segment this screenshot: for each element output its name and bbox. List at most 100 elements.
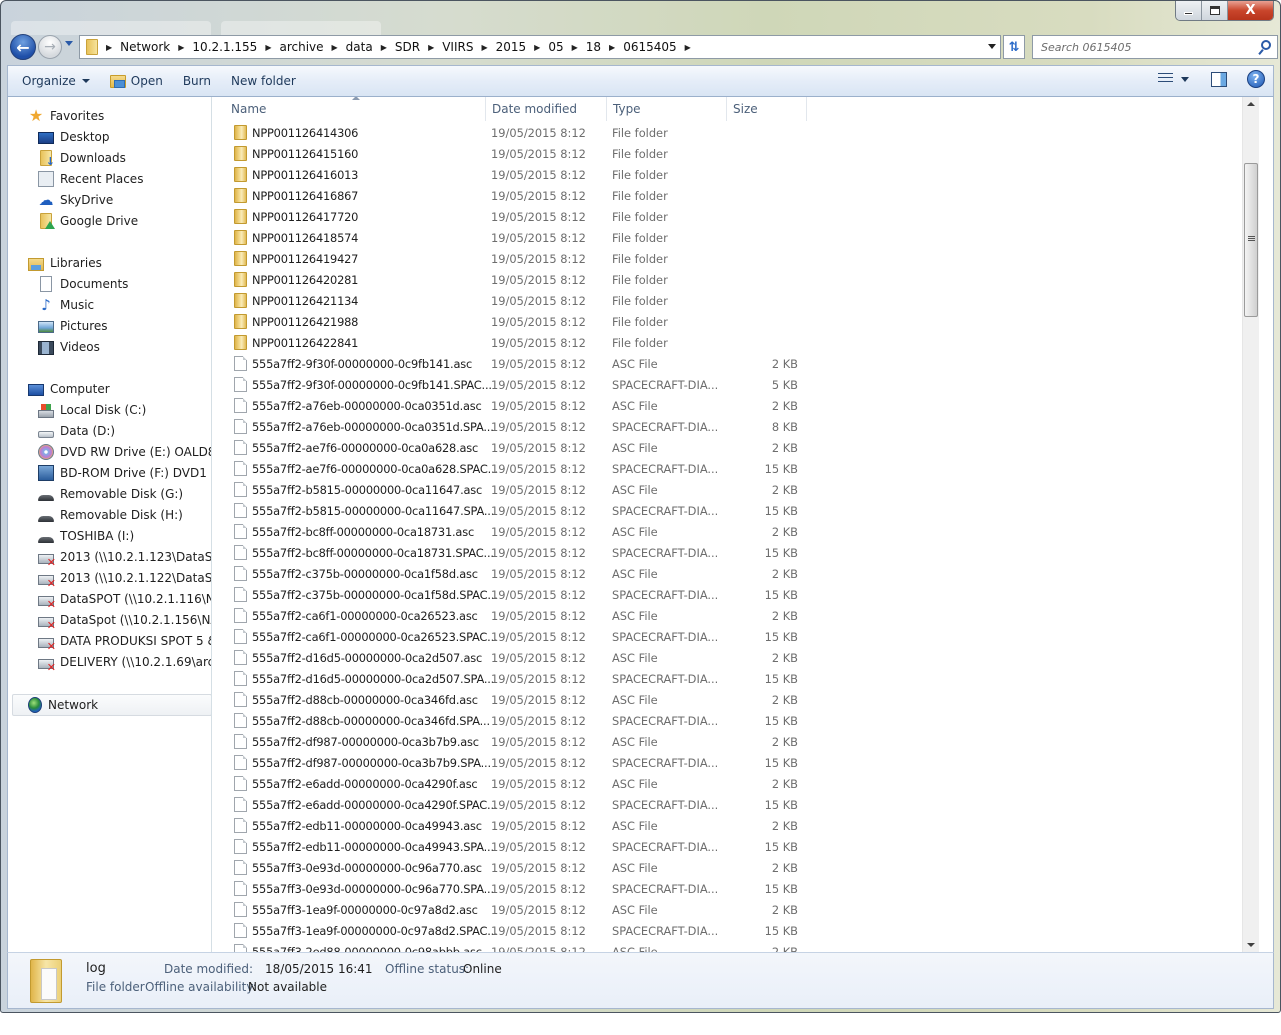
sidebar-item[interactable]: DataSpot (\\10.2.1.156\NASS [38, 610, 211, 632]
file-row[interactable]: 555a7ff3-0e93d-00000000-0c96a770.asc 19/0… [213, 857, 1253, 878]
refresh-button[interactable]: ⇅ [1003, 35, 1025, 59]
file-row[interactable]: NPP001126416867 19/05/2015 8:12 File folde… [213, 185, 1253, 206]
help-icon[interactable]: ? [1247, 70, 1265, 88]
file-row[interactable]: 555a7ff2-9f30f-00000000-0c9fb141.asc 19/0… [213, 353, 1253, 374]
file-row[interactable]: 555a7ff2-9f30f-00000000-0c9fb141.SPAC...… [213, 374, 1253, 395]
file-row[interactable]: NPP001126419427 19/05/2015 8:12 File folde… [213, 248, 1253, 269]
sidebar-group-libraries[interactable]: Libraries [28, 253, 102, 273]
breadcrumb-separator-icon[interactable]: ▶ [106, 43, 112, 52]
breadcrumb-separator-icon[interactable]: ▶ [381, 43, 387, 52]
sidebar-item[interactable]: Local Disk (C:) [38, 400, 146, 420]
breadcrumb-separator-icon[interactable]: ▶ [685, 43, 691, 52]
file-row[interactable]: NPP001126420281 19/05/2015 8:12 File folde… [213, 269, 1253, 290]
breadcrumb-item[interactable]: Network [120, 40, 170, 54]
view-options-dropdown[interactable] [1181, 76, 1189, 82]
change-view-icon[interactable] [1158, 73, 1173, 85]
new-folder-button[interactable]: New folder [221, 69, 306, 93]
breadcrumb-separator-icon[interactable]: ▶ [572, 43, 578, 52]
file-row[interactable]: 555a7ff2-d16d5-00000000-0ca2d507.asc 19/0… [213, 647, 1253, 668]
sidebar-group-network[interactable]: Network [28, 695, 98, 715]
address-history-dropdown[interactable] [988, 44, 996, 49]
sidebar-item[interactable]: ♪ Music [38, 295, 94, 315]
file-row[interactable]: 555a7ff2-a76eb-00000000-0ca0351d.asc 19/0… [213, 395, 1253, 416]
file-row[interactable]: NPP001126414306 19/05/2015 8:12 File folde… [213, 122, 1253, 143]
sidebar-item[interactable]: DATA PRODUKSI SPOT 5 & S [38, 631, 211, 653]
file-row[interactable]: 555a7ff2-ae7f6-00000000-0ca0a628.asc 19/0… [213, 437, 1253, 458]
sidebar-item[interactable]: Recent Places [38, 169, 143, 189]
sidebar-item[interactable]: Documents [38, 274, 128, 294]
sidebar-item[interactable]: Data (D:) [38, 421, 115, 441]
breadcrumb-item[interactable]: archive [279, 40, 323, 54]
sidebar-item[interactable]: Removable Disk (G:) [38, 484, 183, 504]
recent-pages-dropdown[interactable] [65, 41, 73, 46]
file-row[interactable]: 555a7ff2-c375b-00000000-0ca1f58d.asc 19/0… [213, 563, 1253, 584]
sidebar-item[interactable]: 2013 (\\10.2.1.122\DataSPOT [38, 568, 211, 590]
sidebar-item[interactable]: DataSPOT (\\10.2.1.116\NASS [38, 589, 211, 611]
sidebar-item[interactable]: ☁ SkyDrive [38, 190, 114, 210]
file-row[interactable]: 555a7ff2-ca6f1-00000000-0ca26523.SPAC...… [213, 626, 1253, 647]
open-button[interactable]: Open [100, 69, 173, 93]
file-row[interactable]: 555a7ff2-b5815-00000000-0ca11647.asc 19/0… [213, 479, 1253, 500]
file-row[interactable]: 555a7ff2-bc8ff-00000000-0ca18731.SPAC...… [213, 542, 1253, 563]
file-row[interactable]: 555a7ff3-2ed88-00000000-0c98abbb.asc 19/0… [213, 941, 1253, 952]
vertical-scrollbar[interactable] [1242, 97, 1259, 952]
breadcrumb-item[interactable]: data [346, 40, 373, 54]
file-row[interactable]: NPP001126416013 19/05/2015 8:12 File folde… [213, 164, 1253, 185]
search-input[interactable] [1041, 40, 1241, 54]
sidebar-item[interactable]: BD-ROM Drive (F:) DVD1 [38, 463, 207, 483]
file-row[interactable]: 555a7ff2-edb11-00000000-0ca49943.SPA... 1… [213, 836, 1253, 857]
sidebar-item[interactable]: 2013 (\\10.2.1.123\DataSPOT [38, 547, 211, 569]
breadcrumb-item[interactable]: 2015 [496, 40, 527, 54]
sidebar-item[interactable]: TOSHIBA (I:) [38, 526, 134, 546]
address-bar[interactable]: ▶ Network ▶ 10.2.1.155 ▶ archive ▶ data ▶ SDR ▶ VII… [79, 35, 1001, 59]
file-row[interactable]: 555a7ff2-b5815-00000000-0ca11647.SPA... 1… [213, 500, 1253, 521]
file-row[interactable]: 555a7ff2-df987-00000000-0ca3b7b9.asc 19/0… [213, 731, 1253, 752]
breadcrumb-separator-icon[interactable]: ▶ [428, 43, 434, 52]
file-row[interactable]: 555a7ff2-ae7f6-00000000-0ca0a628.SPAC...… [213, 458, 1253, 479]
breadcrumb-item[interactable]: 05 [548, 40, 563, 54]
breadcrumb-separator-icon[interactable]: ▶ [332, 43, 338, 52]
column-header-name[interactable]: Name [213, 97, 486, 121]
file-row[interactable]: 555a7ff2-df987-00000000-0ca3b7b9.SPA... 1… [213, 752, 1253, 773]
close-button[interactable]: X [1228, 1, 1273, 20]
back-button[interactable]: ← [10, 34, 36, 60]
minimize-button[interactable] [1176, 1, 1202, 20]
sidebar-item[interactable]: Downloads [38, 148, 126, 168]
scrollbar-thumb[interactable] [1244, 163, 1258, 317]
file-row[interactable]: NPP001126415160 19/05/2015 8:12 File folde… [213, 143, 1253, 164]
sidebar-item[interactable]: Desktop [38, 127, 110, 147]
forward-button[interactable]: → [38, 35, 62, 59]
breadcrumb-separator-icon[interactable]: ▶ [481, 43, 487, 52]
scroll-up-arrow-icon[interactable] [1247, 102, 1255, 106]
column-header-type[interactable]: Type [607, 97, 727, 121]
scroll-down-arrow-icon[interactable] [1247, 943, 1255, 947]
file-row[interactable]: 555a7ff2-d88cb-00000000-0ca346fd.asc 19/0… [213, 689, 1253, 710]
file-row[interactable]: 555a7ff2-c375b-00000000-0ca1f58d.SPAC...… [213, 584, 1253, 605]
column-header-date-modified[interactable]: Date modified [486, 97, 607, 121]
breadcrumb-item[interactable]: 10.2.1.155 [192, 40, 257, 54]
file-row[interactable]: 555a7ff3-1ea9f-00000000-0c97a8d2.asc 19/0… [213, 899, 1253, 920]
breadcrumb-separator-icon[interactable]: ▶ [534, 43, 540, 52]
sidebar-group-favorites[interactable]: ★ Favorites [28, 106, 104, 126]
organize-button[interactable]: Organize [8, 69, 100, 93]
sidebar-item[interactable]: Google Drive [38, 211, 138, 231]
breadcrumb-item[interactable]: VIIRS [442, 40, 473, 54]
file-row[interactable]: NPP001126421134 19/05/2015 8:12 File folde… [213, 290, 1253, 311]
file-row[interactable]: NPP001126422841 19/05/2015 8:12 File folde… [213, 332, 1253, 353]
file-row[interactable]: 555a7ff2-edb11-00000000-0ca49943.asc 19/0… [213, 815, 1253, 836]
file-row[interactable]: NPP001126421988 19/05/2015 8:12 File folde… [213, 311, 1253, 332]
file-row[interactable]: 555a7ff3-0e93d-00000000-0c96a770.SPA... 1… [213, 878, 1253, 899]
breadcrumb-item[interactable]: 0615405 [623, 40, 676, 54]
breadcrumb-separator-icon[interactable]: ▶ [265, 43, 271, 52]
column-header-size[interactable]: Size [727, 97, 807, 121]
file-row[interactable]: 555a7ff2-d88cb-00000000-0ca346fd.SPA... 1… [213, 710, 1253, 731]
file-row[interactable]: NPP001126418574 19/05/2015 8:12 File folde… [213, 227, 1253, 248]
file-row[interactable]: 555a7ff3-1ea9f-00000000-0c97a8d2.SPAC...… [213, 920, 1253, 941]
sidebar-item[interactable]: Removable Disk (H:) [38, 505, 183, 525]
breadcrumb-separator-icon[interactable]: ▶ [178, 43, 184, 52]
file-row[interactable]: 555a7ff2-d16d5-00000000-0ca2d507.SPA... 1… [213, 668, 1253, 689]
sidebar-group-computer[interactable]: Computer [28, 379, 110, 399]
sidebar-item[interactable]: DELIVERY (\\10.2.1.69\archive [38, 652, 211, 674]
file-row[interactable]: 555a7ff2-e6add-00000000-0ca4290f.SPAC...… [213, 794, 1253, 815]
sidebar-item[interactable]: Videos [38, 337, 100, 357]
